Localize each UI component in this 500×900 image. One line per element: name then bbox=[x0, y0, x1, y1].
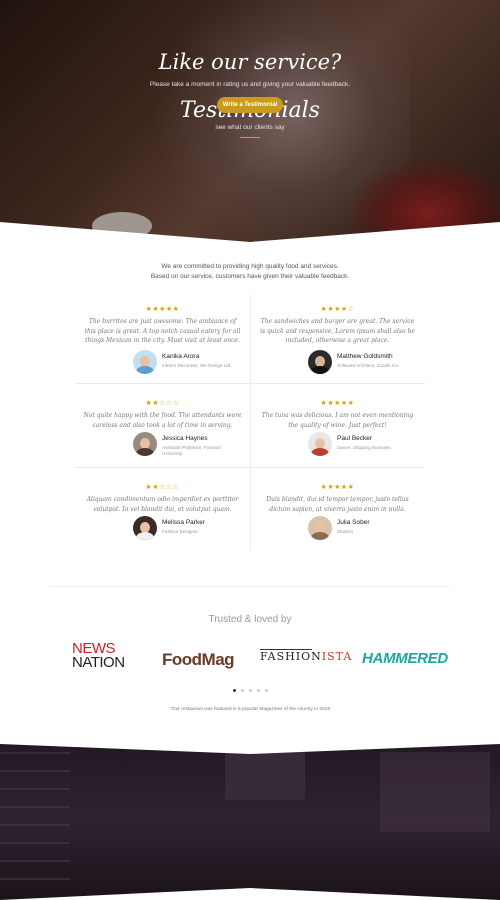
testimonial-quote: The burritos are just awesome. The ambia… bbox=[84, 318, 241, 344]
section-divider bbox=[50, 586, 450, 587]
testimonials-grid: ★★★★★ The burritos are just awesome. The… bbox=[75, 295, 425, 550]
author-role: Owner, Shipping Business bbox=[337, 445, 391, 450]
testimonial-author: Jessica Haynes Assistant Professor, Forw… bbox=[133, 432, 243, 458]
testimonial-card: ★★★★★ The tuna was delicious. I am not e… bbox=[250, 399, 425, 484]
avatar bbox=[308, 516, 332, 540]
carousel-dot[interactable] bbox=[256, 689, 260, 692]
star-rating: ★★☆☆☆ bbox=[145, 484, 180, 491]
avatar bbox=[133, 350, 157, 374]
fashionista-logo[interactable]: FASHIONISTA bbox=[260, 649, 351, 681]
news-nation-logo[interactable]: NEWS NATION bbox=[72, 641, 134, 674]
author-name: Matthew Goldsmith bbox=[337, 353, 393, 360]
carousel-dot[interactable] bbox=[248, 689, 252, 692]
cta-section bbox=[0, 742, 500, 900]
star-rating: ★★★★☆ bbox=[320, 306, 355, 313]
author-role: Interior Decorator, We Design Ltd. bbox=[162, 363, 232, 368]
cta-title: Like our service? bbox=[158, 50, 342, 74]
testimonial-quote: Not quite happy with the food. The atten… bbox=[83, 412, 242, 429]
carousel-dot[interactable] bbox=[264, 689, 268, 692]
trusted-heading: Trusted & loved by bbox=[208, 614, 292, 625]
star-rating: ★★★★★ bbox=[145, 306, 180, 313]
cta-top-edge bbox=[0, 742, 500, 754]
star-rating: ★★★★★ bbox=[320, 400, 355, 407]
avatar bbox=[308, 432, 332, 456]
testimonial-card: ★★★★☆ The sandwiches and burger are grea… bbox=[250, 305, 425, 390]
testimonial-card: ★★☆☆☆ Aliquam condimentum odio imperdiet… bbox=[75, 483, 250, 568]
star-rating: ★★★★★ bbox=[320, 484, 355, 491]
author-role: Fashion Designer bbox=[162, 529, 199, 534]
testimonial-card: ★★★★★ The burritos are just awesome. The… bbox=[75, 305, 250, 390]
avatar bbox=[133, 516, 157, 540]
author-name: Paul Becker bbox=[337, 435, 373, 442]
author-name: Kanika Arora bbox=[162, 353, 200, 360]
author-role: Software Architect, Zoodle Inc. bbox=[337, 363, 400, 368]
fashionista-logo-accent: ISTA bbox=[321, 650, 353, 663]
carousel-dot[interactable] bbox=[240, 689, 244, 692]
carousel-dot[interactable] bbox=[232, 689, 236, 692]
author-name: Jessica Haynes bbox=[162, 435, 208, 442]
carousel-pagination bbox=[0, 689, 500, 692]
fashionista-logo-main: FASHION bbox=[260, 650, 322, 663]
intro-text: We are committed to providing high quali… bbox=[0, 262, 500, 282]
page-subtitle: see what our clients say bbox=[215, 124, 285, 131]
testimonial-author: Melissa Parker Fashion Designer bbox=[133, 516, 243, 542]
testimonial-author: Matthew Goldsmith Software Architect, Zo… bbox=[308, 350, 418, 376]
avatar bbox=[133, 432, 157, 456]
testimonial-author: Julia Sober Student bbox=[308, 516, 418, 542]
testimonial-author: Kanika Arora Interior Decorator, We Desi… bbox=[133, 350, 243, 376]
author-name: Melissa Parker bbox=[162, 519, 205, 526]
intro-line-1: We are committed to providing high quali… bbox=[161, 263, 339, 270]
hammered-logo[interactable]: HAMMERED bbox=[362, 650, 448, 682]
hero-bottom-edge bbox=[0, 222, 500, 252]
star-rating: ★★☆☆☆ bbox=[145, 400, 180, 407]
author-name: Julia Sober bbox=[337, 519, 370, 526]
author-role: Assistant Professor, Forward University bbox=[162, 445, 221, 456]
foodmag-logo[interactable]: FoodMag bbox=[162, 650, 235, 682]
testimonial-author: Paul Becker Owner, Shipping Business bbox=[308, 432, 418, 458]
cta-subtitle: Please take a moment in rating us and gi… bbox=[149, 81, 351, 88]
cta-bottom-edge bbox=[0, 888, 500, 900]
testimonial-quote: Aliquam condimentum odio imperdiet ex po… bbox=[86, 496, 239, 513]
testimonial-quote: The sandwiches and burger are great. The… bbox=[260, 318, 415, 344]
cta-bg-window bbox=[380, 752, 490, 832]
intro-line-2: Based on our service, customers have giv… bbox=[150, 273, 350, 280]
write-testimonial-button[interactable]: Write a Testimonial bbox=[217, 97, 283, 113]
footnote: *Our restaurant was featured in 5 popula… bbox=[170, 707, 330, 712]
news-nation-logo-line2: NATION bbox=[72, 654, 125, 671]
testimonial-quote: Duis blandit, dui id tempor tempor, just… bbox=[266, 496, 409, 513]
cta-bg-shelf bbox=[0, 750, 70, 880]
testimonial-quote: The tuna was delicious. I am not even me… bbox=[261, 412, 414, 429]
title-underline bbox=[240, 137, 260, 138]
testimonial-card: ★★☆☆☆ Not quite happy with the food. The… bbox=[75, 399, 250, 484]
author-role: Student bbox=[337, 529, 353, 534]
avatar bbox=[308, 350, 332, 374]
testimonial-card: ★★★★★ Duis blandit, dui id tempor tempor… bbox=[250, 483, 425, 568]
